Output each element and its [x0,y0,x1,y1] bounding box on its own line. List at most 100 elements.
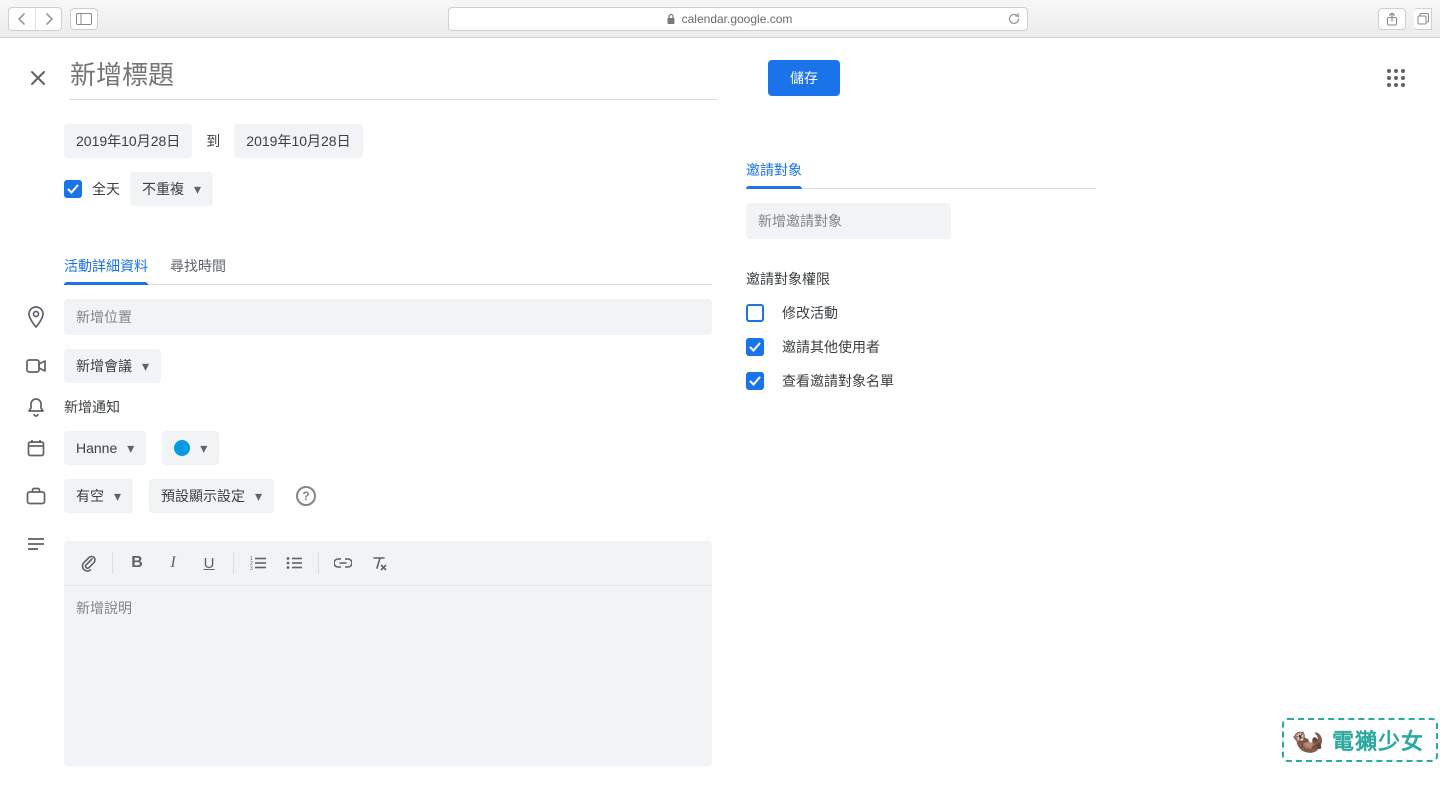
underline-icon: U [204,555,215,572]
color-dot-icon [174,440,190,456]
address-bar-container: calendar.google.com [106,7,1370,31]
perm-invite-label: 邀請其他使用者 [782,337,880,357]
google-apps-button[interactable] [1384,66,1408,90]
share-icon [1386,12,1398,26]
event-color-dropdown[interactable]: ▾ [162,431,219,465]
reload-button[interactable] [1007,12,1021,26]
sidebar-toggle-button[interactable] [70,8,98,30]
end-date-chip[interactable]: 2019年10月28日 [234,124,362,158]
tab-guests[interactable]: 邀請對象 [746,152,802,188]
numbered-list-button[interactable]: 123 [242,547,274,579]
date-range-row: 2019年10月28日 到 2019年10月28日 [64,124,712,158]
perm-see-list-checkbox[interactable] [746,372,764,390]
add-conference-dropdown[interactable]: 新增會議 ▾ [64,349,161,383]
bold-button[interactable]: B [121,547,153,579]
perm-modify-checkbox[interactable] [746,304,764,322]
briefcase-icon [24,487,48,505]
chevron-down-icon: ▾ [142,358,149,375]
allday-label: 全天 [92,179,120,199]
allday-row: 全天 不重複 ▾ [64,172,712,206]
location-icon [24,306,48,328]
check-icon [748,374,762,388]
reload-icon [1007,12,1021,26]
notification-row: 新增通知 [24,397,712,417]
chevron-down-icon: ▾ [114,488,121,505]
description-editor: B I U 123 [64,541,712,766]
nav-forward-button[interactable] [35,8,61,30]
watermark-mascot-icon: 🦦 [1292,725,1324,756]
paperclip-icon [80,554,96,572]
guests-tabs: 邀請對象 [746,152,1096,189]
calendar-icon [24,439,48,457]
detail-tabs: 活動詳細資料 尋找時間 [64,248,712,285]
perm-see-list-row: 查看邀請對象名單 [746,371,1096,391]
nav-back-forward-group [8,7,62,31]
availability-dropdown[interactable]: 有空 ▾ [64,479,133,513]
add-guest-input[interactable] [746,203,951,239]
add-conference-label: 新增會議 [76,356,132,376]
event-editor-main: 2019年10月28日 到 2019年10月28日 全天 不重複 ▾ 活動詳細資… [0,110,1440,796]
browser-right-tools [1378,8,1432,30]
browser-chrome: calendar.google.com [0,0,1440,38]
visibility-dropdown[interactable]: 預設顯示設定 ▾ [149,479,274,513]
tab-event-details[interactable]: 活動詳細資料 [64,248,148,284]
chevron-left-icon [17,13,27,25]
calendar-owner-label: Hanne [76,440,117,456]
clear-formatting-button[interactable] [363,547,395,579]
description-icon [24,537,48,551]
underline-button[interactable]: U [193,547,225,579]
lock-icon [666,13,676,25]
tabs-icon [1417,13,1429,25]
calendar-owner-dropdown[interactable]: Hanne ▾ [64,431,146,465]
availability-row: 有空 ▾ 預設顯示設定 ▾ ? [24,479,712,513]
svg-text:3: 3 [250,566,253,570]
perm-invite-checkbox[interactable] [746,338,764,356]
bulleted-list-button[interactable] [278,547,310,579]
save-button[interactable]: 儲存 [768,60,840,96]
allday-checkbox[interactable] [64,180,82,198]
start-date-chip[interactable]: 2019年10月28日 [64,124,192,158]
check-icon [66,182,80,196]
chevron-right-icon [44,13,54,25]
chevron-down-icon: ▾ [127,440,134,457]
availability-label: 有空 [76,486,104,506]
guests-column: 邀請對象 邀請對象權限 修改活動 邀請其他使用者 查看邀請對象名單 [746,110,1096,766]
tabs-button[interactable] [1414,8,1432,30]
share-button[interactable] [1378,8,1406,30]
event-editor-header: 儲存 [0,38,1440,110]
italic-button[interactable]: I [157,547,189,579]
check-icon [748,340,762,354]
conference-row: 新增會議 ▾ [24,349,712,383]
clear-format-icon [371,555,387,571]
guest-permissions-title: 邀請對象權限 [746,269,1096,289]
visibility-help-button[interactable]: ? [296,486,316,506]
sidebar-icon [76,13,92,25]
address-bar[interactable]: calendar.google.com [448,7,1028,31]
tab-find-time[interactable]: 尋找時間 [170,248,226,284]
nav-back-button[interactable] [9,8,35,30]
perm-invite-row: 邀請其他使用者 [746,337,1096,357]
description-textarea[interactable]: 新增說明 [64,586,712,766]
perm-see-list-label: 查看邀請對象名單 [782,371,894,391]
recurrence-dropdown[interactable]: 不重複 ▾ [130,172,213,206]
numbered-list-icon: 123 [250,556,266,570]
location-row [24,299,712,335]
video-icon [24,359,48,373]
close-icon [29,69,47,87]
insert-link-button[interactable] [327,547,359,579]
attach-file-button[interactable] [72,547,104,579]
watermark-badge: 🦦 電獺少女 [1282,718,1438,762]
bold-icon: B [131,554,143,572]
recurrence-label: 不重複 [142,179,184,199]
link-icon [334,558,352,568]
event-details-column: 2019年10月28日 到 2019年10月28日 全天 不重複 ▾ 活動詳細資… [64,110,712,766]
italic-icon: I [170,554,175,572]
editor-toolbar: B I U 123 [64,541,712,586]
event-title-input[interactable] [70,56,718,100]
add-notification-link[interactable]: 新增通知 [64,397,120,417]
perm-modify-row: 修改活動 [746,303,1096,323]
close-button[interactable] [24,64,52,92]
bell-icon [24,397,48,417]
description-row: B I U 123 [24,527,712,766]
location-input[interactable] [64,299,712,335]
